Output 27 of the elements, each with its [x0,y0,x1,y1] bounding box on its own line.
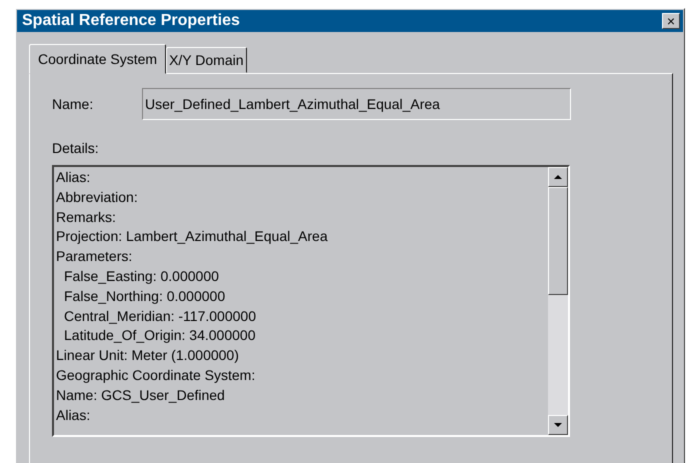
name-field[interactable]: User_Defined_Lambert_Azimuthal_Equal_Area [142,88,571,120]
detail-line: Geographic Coordinate System: [56,366,256,385]
window-title: Spatial Reference Properties [22,12,240,30]
scroll-thumb[interactable] [548,187,568,295]
detail-line: Latitude_Of_Origin: 34.000000 [63,326,256,346]
tab[interactable]: Coordinate System [29,44,166,74]
detail-line: False_Easting: 0.000000 [63,266,220,286]
detail-line: False_Northing: 0.000000 [63,286,226,306]
close-button[interactable]: × [662,13,680,29]
detail-line: Name: GCS_User_Defined [56,386,226,405]
scrollbar[interactable] [548,167,568,435]
detail-line: Alias: [56,406,92,425]
down-arrow-icon [554,423,562,427]
detail-line: Projection: Lambert_Azimuthal_Equal_Area [56,227,329,246]
up-arrow-icon [554,175,562,179]
details-text-area[interactable] [52,165,570,437]
detail-line: Remarks: [56,208,117,227]
scroll-down-button[interactable] [548,415,568,435]
detail-line: Parameters: [56,247,134,266]
detail-line: Alias: [56,168,92,187]
details-label: Details: [52,140,100,156]
detail-line: Linear Unit: Meter (1.000000) [56,346,240,366]
scroll-up-button[interactable] [548,167,568,187]
detail-line: Central_Meridian: -117.000000 [63,306,257,326]
name-label: Name: [52,96,94,112]
tab[interactable]: X/Y Domain [166,47,247,73]
detail-line: Abbreviation: [56,188,139,207]
